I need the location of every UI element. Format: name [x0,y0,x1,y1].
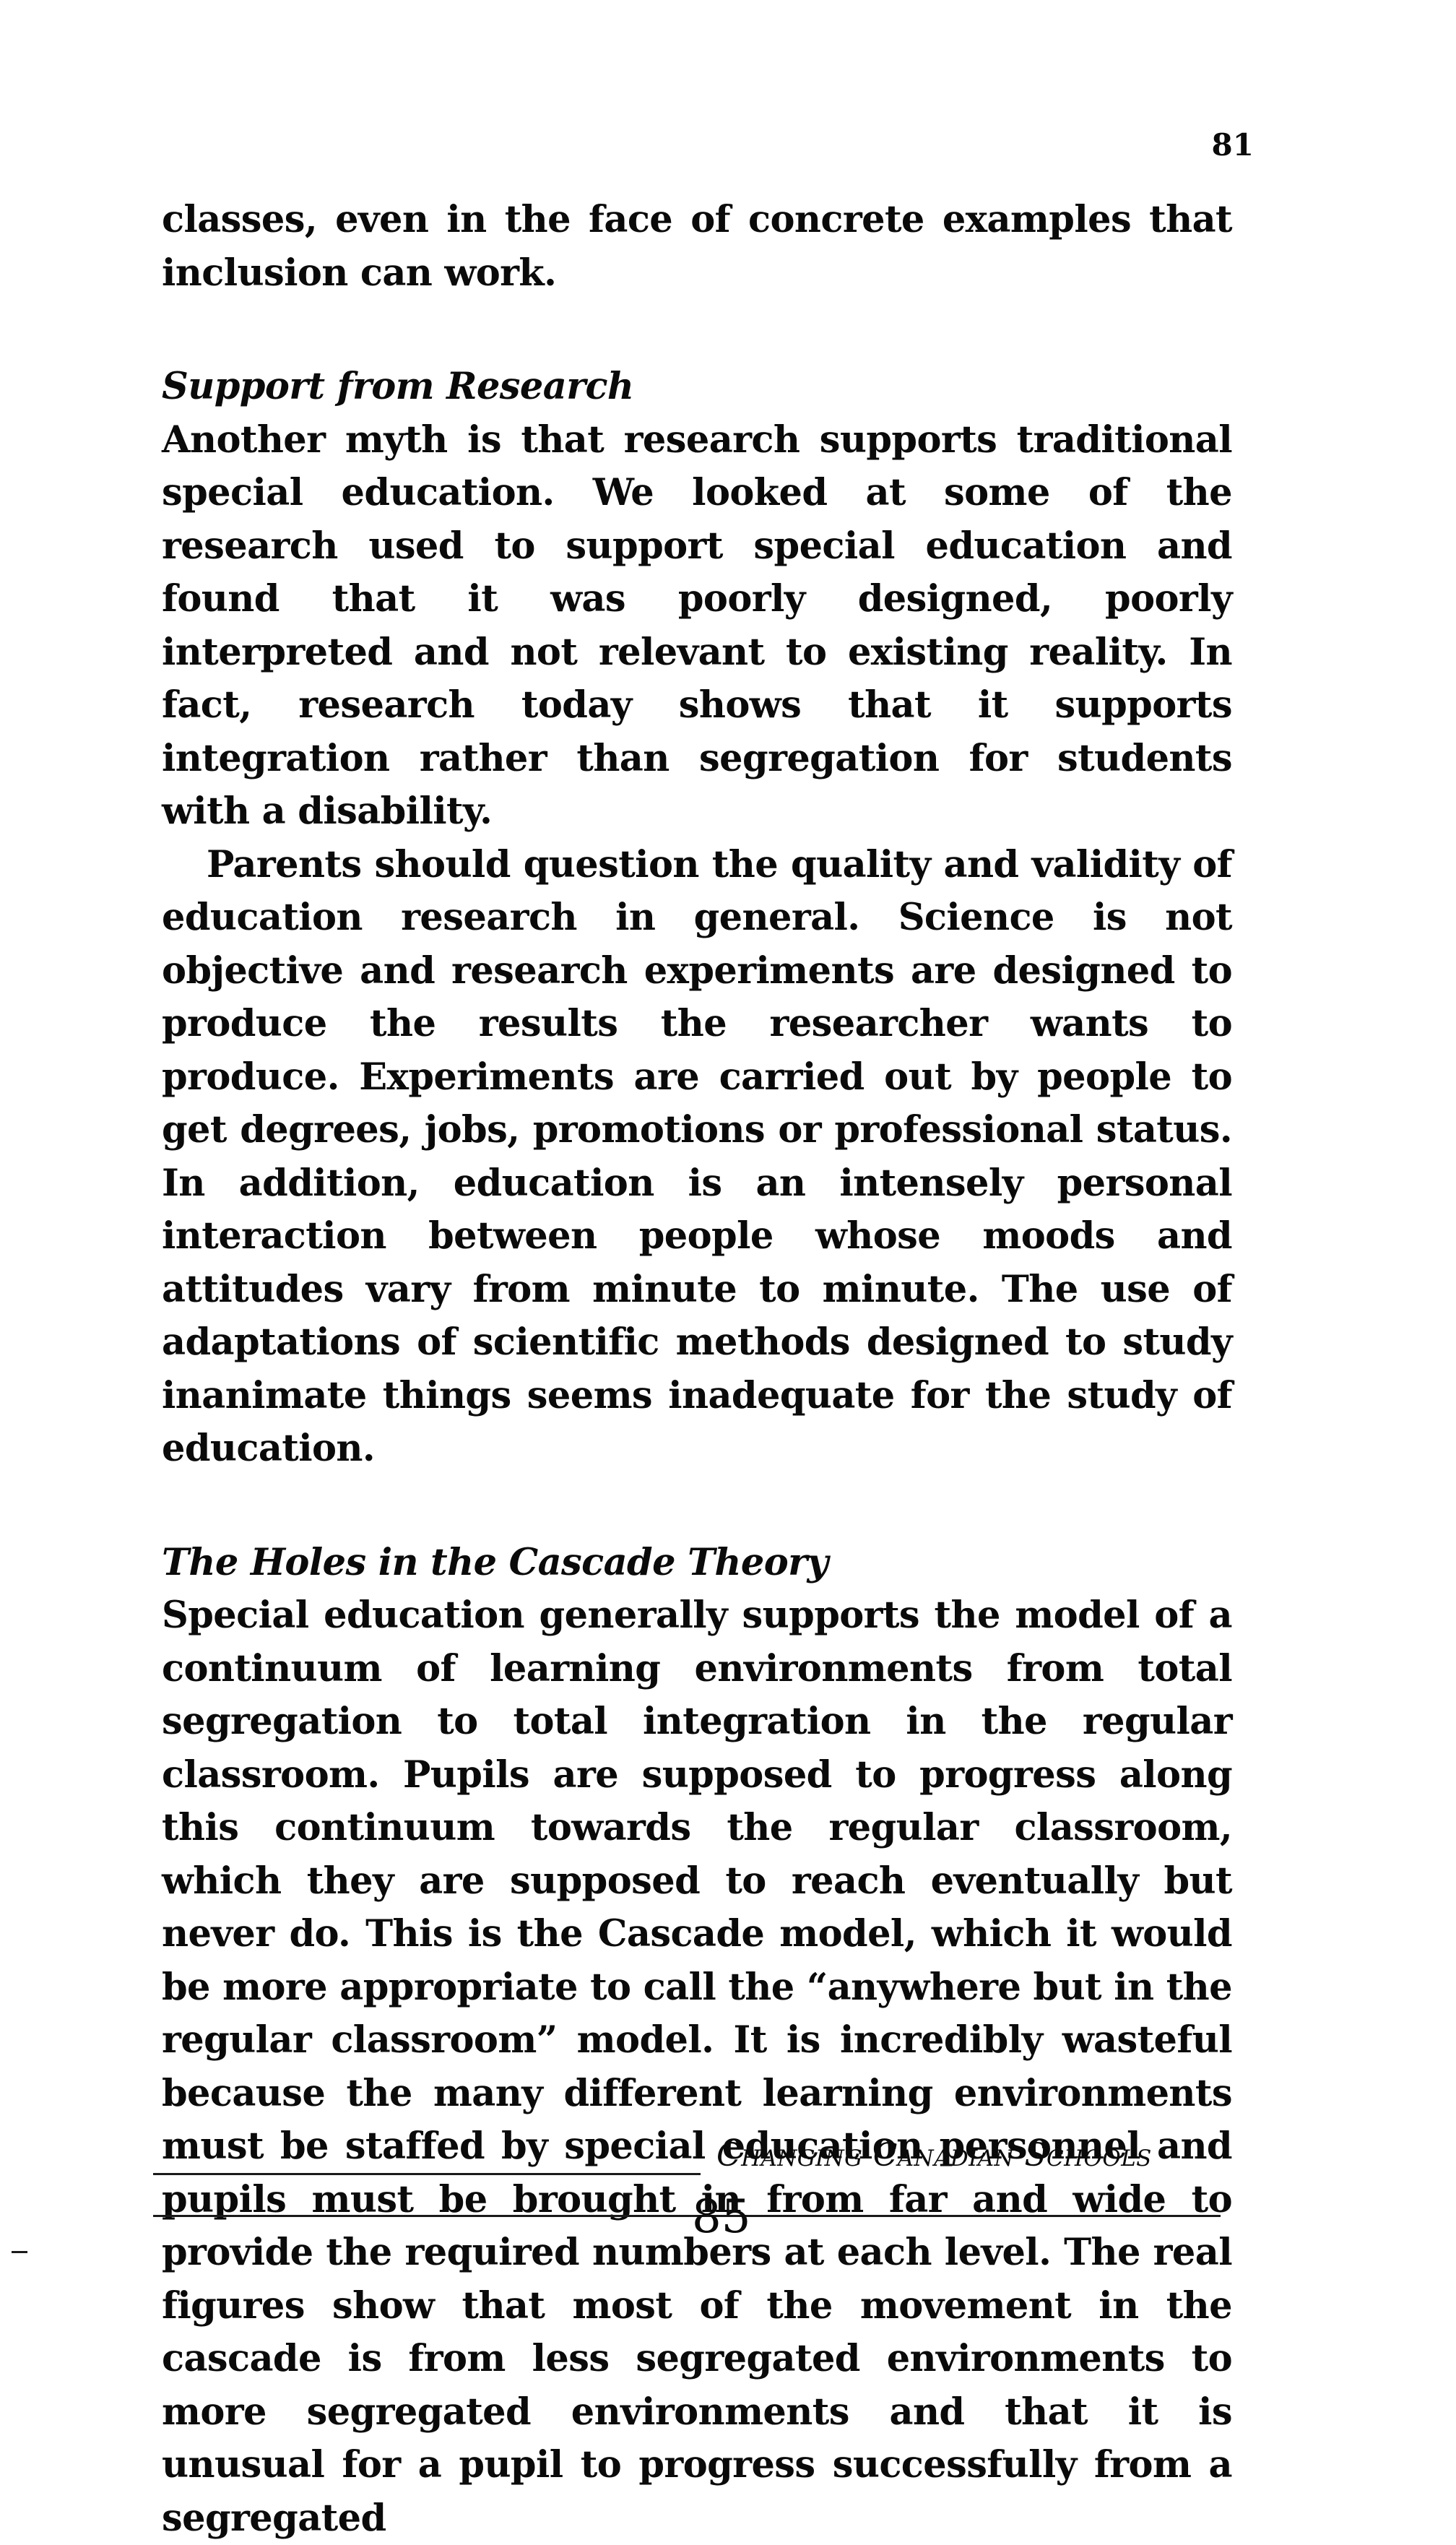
footer-page-number: 85 [692,2190,751,2244]
paragraph-cascade-model: Special education generally supports the… [162,1594,1233,2540]
section-heading-cascade-theory: The Holes in the Cascade Theory [162,1540,828,1584]
running-title: Changing Canadian Schools [716,2137,1152,2174]
margin-tick [12,2251,27,2253]
footer-rule-lower [153,2215,1221,2217]
page-number: 81 [1211,127,1254,163]
paragraph-education-research: Parents should question the quality and … [162,842,1233,1471]
paragraph-research-myth: Another myth is that research supports t… [162,418,1233,834]
section-heading-support-from-research: Support from Research [162,365,634,408]
footer-rule [153,2173,701,2175]
paragraph-continuation: classes, even in the face of concrete ex… [162,198,1233,295]
